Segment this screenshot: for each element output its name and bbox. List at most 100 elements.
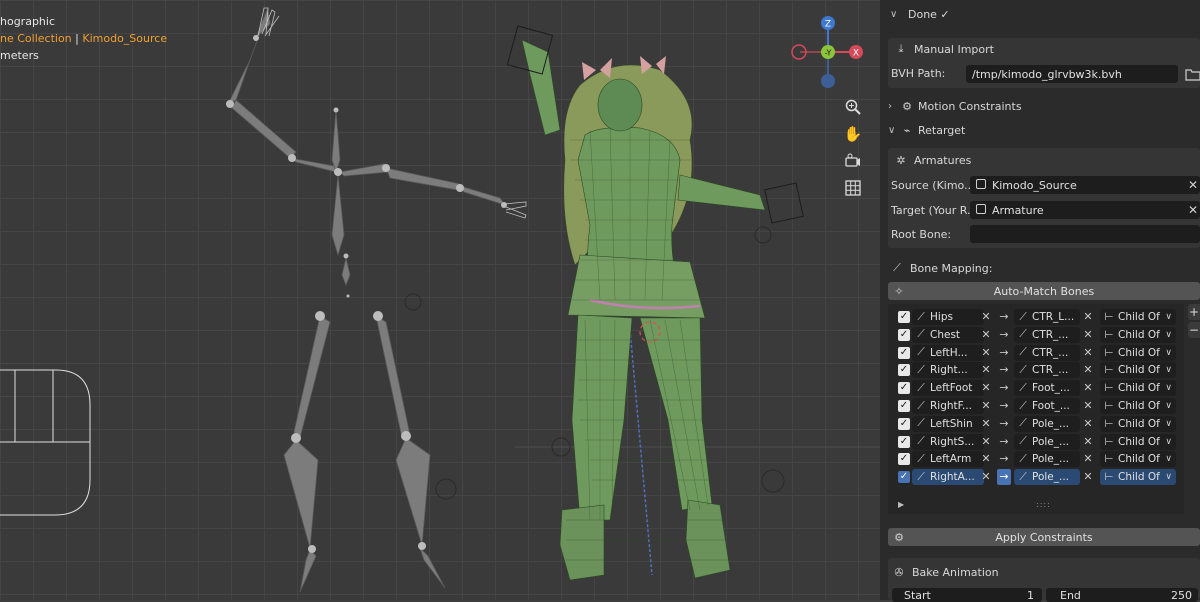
target-bone-field[interactable]: ⟋ CTR_... [1014,362,1080,379]
clear-icon[interactable]: ✕ [979,469,993,485]
root-bone-field[interactable] [970,225,1200,243]
constraint-type-select[interactable]: ⊢ Child Of ∨ [1100,451,1176,468]
clear-target-icon[interactable]: ✕ [1188,203,1198,217]
constraint-type-select[interactable]: ⊢ Child Of ∨ [1100,362,1176,379]
source-bone-field[interactable]: ⟋ LeftFoot [912,380,984,397]
list-expand-icon[interactable]: ▶ [898,500,904,509]
target-bone-field[interactable]: ⟋ CTR_... [1014,326,1080,343]
clear-icon[interactable]: ✕ [1081,362,1095,378]
constraint-type-select[interactable]: ⊢ Child Of ∨ [1100,326,1176,343]
constraint-type-select[interactable]: ⊢ Child Of ∨ [1100,380,1176,397]
constraint-type-select[interactable]: ⊢ Child Of ∨ [1100,433,1176,450]
clear-icon[interactable]: ✕ [979,416,993,432]
table-row[interactable]: ✓ ⟋ LeftArm ✕ → ⟋ Pole_... ✕ ⊢ Child Of ∨ [888,450,1184,468]
source-bone-field[interactable]: ⟋ RightF... [912,398,984,414]
checkbox[interactable]: ✓ [898,328,910,341]
table-row[interactable]: ✓ ⟋ RightA... ✕ → ⟋ Pole_... ✕ ⊢ Child Of ∨ [888,468,1184,486]
checkbox[interactable]: ✓ [898,417,910,430]
done-header[interactable]: ∨ Done ✓ [890,3,1200,25]
zoom-icon[interactable] [842,96,864,118]
checkbox[interactable]: ✓ [898,311,910,323]
clear-icon[interactable]: ✕ [1081,398,1095,414]
target-bone-field[interactable]: ⟋ Foot_... [1014,380,1080,397]
bvh-path-label: BVH Path: [891,67,946,80]
target-bone-field[interactable]: ⟋ Pole_... [1014,415,1080,432]
source-bone-field[interactable]: ⟋ LeftH... [912,344,984,361]
clear-icon[interactable]: ✕ [979,451,993,467]
clear-icon[interactable]: ✕ [979,362,993,378]
constraint-type-select[interactable]: ⊢ Child Of ∨ [1100,398,1176,414]
table-row[interactable]: ✓ ⟋ LeftShin ✕ → ⟋ Pole_... ✕ ⊢ Child Of ∨ [888,415,1184,433]
clear-icon[interactable]: ✕ [979,434,993,450]
clear-icon[interactable]: ✕ [1081,309,1095,325]
apply-constraints-button[interactable]: ⚙ Apply Constraints [888,528,1200,546]
source-bone-field[interactable]: ⟋ RightS... [912,433,984,450]
source-bone-field[interactable]: ⟋ Right... [912,362,984,379]
constraint-type-select[interactable]: ⊢ Child Of ∨ [1100,309,1176,325]
clear-icon[interactable]: ✕ [1081,345,1095,361]
checkbox[interactable]: ✓ [898,471,910,484]
clear-icon[interactable]: ✕ [979,345,993,361]
target-armature-field[interactable]: Armature [970,201,1200,219]
grid-icon[interactable] [842,177,864,199]
auto-match-bones-button[interactable]: ✧ Auto-Match Bones [888,282,1200,300]
source-bone-value: LeftH... [930,346,968,359]
clear-icon[interactable]: ✕ [979,398,993,414]
table-row[interactable]: ✓ ⟋ Hips ✕ → ⟋ CTR_L... ✕ ⊢ Child Of ∨ [888,308,1184,326]
table-row[interactable]: ✓ ⟋ Right... ✕ → ⟋ CTR_... ✕ ⊢ Child Of ∨ [888,361,1184,379]
arrow-right-icon: → [999,416,1009,430]
retarget-header[interactable]: ∨ ⌁ Retarget [888,119,1200,141]
table-row[interactable]: ✓ ⟋ RightS... ✕ → ⟋ Pole_... ✕ ⊢ Child Of ∨ [888,433,1184,451]
clear-source-icon[interactable]: ✕ [1188,178,1198,192]
resize-handle-icon[interactable]: :::: [1036,500,1051,509]
clear-icon[interactable]: ✕ [979,309,993,325]
checkbox[interactable]: ✓ [898,346,910,359]
source-bone-value: LeftArm [930,453,972,466]
clear-icon[interactable]: ✕ [1081,469,1095,485]
source-bone-field[interactable]: ⟋ Hips [912,309,984,325]
camera-icon[interactable] [842,150,864,172]
target-bone-field[interactable]: ⟋ Pole_... [1014,433,1080,450]
table-row[interactable]: ✓ ⟋ RightF... ✕ → ⟋ Foot_... ✕ ⊢ Child Of ∨ [888,397,1184,415]
remove-mapping-button[interactable]: − [1188,322,1200,338]
constraint-type-select[interactable]: ⊢ Child Of ∨ [1100,469,1176,486]
target-bone-field[interactable]: ⟋ Foot_... [1014,398,1080,414]
source-bone-field[interactable]: ⟋ RightA... [912,469,984,486]
checkbox[interactable]: ✓ [898,400,910,412]
target-bone-field[interactable]: ⟋ Pole_... [1014,469,1080,486]
3d-viewport[interactable]: hographic ne Collection | Kimodo_Source … [0,0,880,600]
checkbox[interactable]: ✓ [898,382,910,395]
source-bone-field[interactable]: ⟋ LeftArm [912,451,984,468]
checkbox[interactable]: ✓ [898,435,910,448]
target-bone-field[interactable]: ⟋ CTR_... [1014,344,1080,361]
table-row[interactable]: ✓ ⟋ LeftH... ✕ → ⟋ CTR_... ✕ ⊢ Child Of ∨ [888,344,1184,362]
table-row[interactable]: ✓ ⟋ Chest ✕ → ⟋ CTR_... ✕ ⊢ Child Of ∨ [888,326,1184,344]
target-bone-field[interactable]: ⟋ CTR_L... [1014,309,1080,325]
target-bone-field[interactable]: ⟋ Pole_... [1014,451,1080,468]
child-of-icon: ⊢ [1104,471,1114,484]
clear-icon[interactable]: ✕ [1081,451,1095,467]
table-row[interactable]: ✓ ⟋ LeftFoot ✕ → ⟋ Foot_... ✕ ⊢ Child Of ∨ [888,379,1184,397]
clear-icon[interactable]: ✕ [1081,327,1095,343]
constraint-type-select[interactable]: ⊢ Child Of ∨ [1100,415,1176,432]
clear-icon[interactable]: ✕ [979,327,993,343]
bone-mapping-list[interactable]: ✓ ⟋ Hips ✕ → ⟋ CTR_L... ✕ ⊢ Child Of ∨ ✓ ⟋ Chest ✕ → ⟋ CT… [888,304,1184,514]
clear-icon[interactable]: ✕ [1081,416,1095,432]
clear-icon[interactable]: ✕ [1081,434,1095,450]
hand-pan-icon[interactable]: ✋ [842,123,864,145]
source-bone-field[interactable]: ⟋ LeftShin [912,415,984,432]
source-armature-field[interactable]: Kimodo_Source [970,176,1200,194]
source-bone-value: RightF... [930,400,973,412]
clear-icon[interactable]: ✕ [979,380,993,396]
add-mapping-button[interactable]: + [1188,304,1200,320]
bvh-path-field[interactable]: /tmp/kimodo_glrvbw3k.bvh [966,65,1178,83]
checkbox[interactable]: ✓ [898,364,910,377]
constraint-type-select[interactable]: ⊢ Child Of ∨ [1100,344,1176,361]
motion-constraints-header[interactable]: › ⚙ Motion Constraints [888,95,1200,117]
bone-mapping-header: ⟋ Bone Mapping: [890,257,1200,279]
navigation-gizmo[interactable]: Z X -Y [788,12,868,92]
checkbox[interactable]: ✓ [898,453,910,466]
folder-icon[interactable] [1185,66,1200,82]
clear-icon[interactable]: ✕ [1081,380,1095,396]
source-bone-field[interactable]: ⟋ Chest [912,326,984,343]
